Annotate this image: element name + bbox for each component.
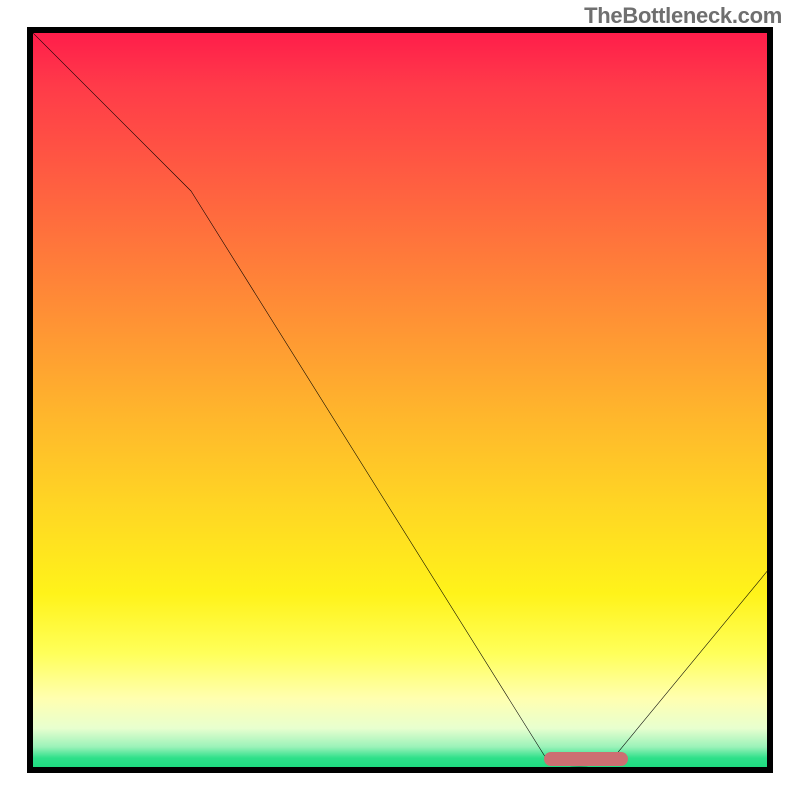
plot-area bbox=[27, 27, 773, 773]
plot-frame bbox=[27, 27, 773, 773]
attribution-text: TheBottleneck.com bbox=[584, 3, 782, 29]
chart-container: TheBottleneck.com bbox=[0, 0, 800, 800]
